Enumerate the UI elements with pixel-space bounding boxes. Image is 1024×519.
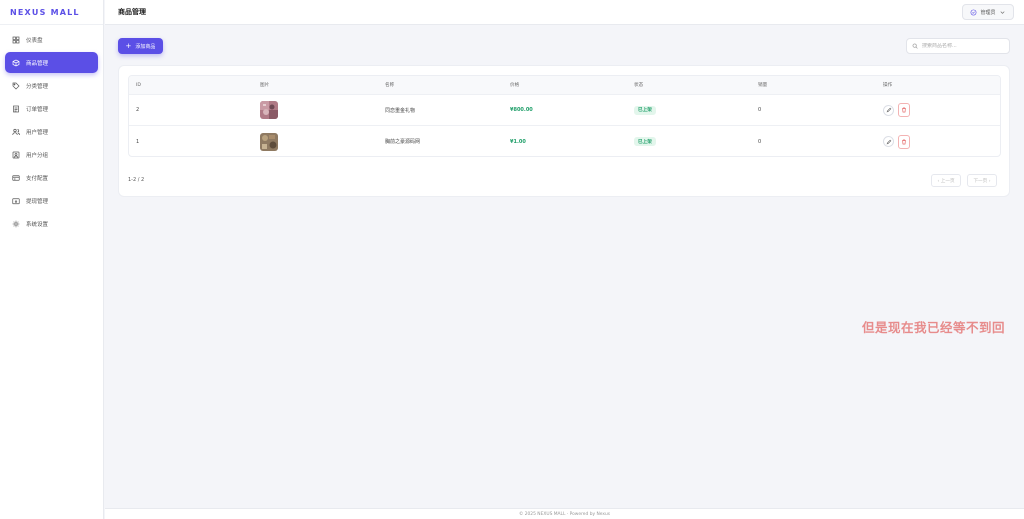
gear-icon bbox=[12, 220, 20, 227]
search-icon bbox=[912, 43, 918, 49]
card-icon bbox=[12, 174, 20, 181]
product-id: 2 bbox=[136, 107, 140, 113]
sidebar-item-payment[interactable]: 支付配置 bbox=[5, 167, 98, 188]
sidebar-item-label: 仪表盘 bbox=[26, 37, 43, 44]
product-thumbnail-cell bbox=[260, 95, 278, 125]
user-group-icon bbox=[12, 151, 20, 158]
sidebar-item-label: 分类管理 bbox=[26, 83, 49, 90]
edit-button[interactable] bbox=[883, 136, 894, 147]
add-product-button[interactable]: + 添加商品 bbox=[118, 38, 163, 54]
product-id: 1 bbox=[136, 138, 140, 145]
product-name: 同恋重金礼物 bbox=[385, 107, 416, 114]
sidebar-item-products[interactable]: 商品管理 bbox=[5, 52, 98, 73]
row-actions bbox=[883, 126, 914, 156]
sidebar: NEXUS MALL 仪表盘 商品管理 分类管理 订单管理 用户管理 用户分组 … bbox=[0, 0, 104, 519]
column-header-status[interactable]: 状态 bbox=[634, 76, 643, 94]
top-bar: 商品管理 管理员 bbox=[105, 0, 1024, 25]
plus-icon: + bbox=[125, 41, 132, 50]
product-list-card: ID 图片 名称 价格 状态 销量 操作 2 同恋重金礼物 ¥800.00 已上… bbox=[118, 65, 1010, 197]
sidebar-item-label: 提现管理 bbox=[26, 198, 49, 205]
status-badge: 已上架 bbox=[634, 105, 656, 115]
sidebar-item-dashboard[interactable]: 仪表盘 bbox=[5, 29, 98, 50]
sidebar-item-orders[interactable]: 订单管理 bbox=[5, 98, 98, 119]
delete-button[interactable] bbox=[898, 134, 910, 149]
trash-icon bbox=[902, 139, 906, 144]
add-product-label: 添加商品 bbox=[135, 43, 156, 50]
next-page-button[interactable]: 下一页 › bbox=[967, 174, 997, 187]
product-price: ¥1.00 bbox=[510, 138, 526, 145]
dashboard-icon bbox=[12, 36, 20, 43]
box-icon bbox=[12, 59, 20, 66]
trash-icon bbox=[902, 107, 906, 113]
product-thumbnail[interactable] bbox=[260, 101, 278, 119]
sidebar-item-users[interactable]: 用户管理 bbox=[5, 121, 98, 142]
delete-button[interactable] bbox=[898, 103, 910, 117]
row-actions bbox=[883, 95, 914, 125]
pencil-icon bbox=[886, 139, 891, 144]
overlay-text: 但是现在我已经等不到回 bbox=[862, 320, 1006, 335]
status-badge: 已上架 bbox=[634, 137, 656, 146]
table-row: 1 胸前之豪源码网 ¥1.00 已上架 0 bbox=[129, 126, 1000, 156]
chevron-down-icon bbox=[1000, 10, 1004, 14]
product-status-cell: 已上架 bbox=[634, 126, 656, 156]
sidebar-item-withdrawals[interactable]: 提现管理 bbox=[5, 190, 98, 211]
column-header-image: 图片 bbox=[260, 83, 270, 88]
users-icon bbox=[12, 128, 20, 135]
product-thumbnail-cell bbox=[260, 126, 278, 156]
search-box[interactable] bbox=[906, 38, 1010, 54]
wallet-icon bbox=[12, 197, 20, 204]
sidebar-item-label: 用户管理 bbox=[26, 129, 49, 136]
sidebar-item-label: 支付配置 bbox=[26, 175, 49, 182]
footer: © 2025 NEXUS MALL · Powered by Nexus bbox=[105, 508, 1024, 519]
tag-icon bbox=[12, 82, 20, 89]
sidebar-item-categories[interactable]: 分类管理 bbox=[5, 75, 98, 96]
sidebar-item-label: 系统设置 bbox=[26, 221, 49, 228]
pagination-info: 1-2 / 2 bbox=[128, 177, 145, 183]
column-header-actions: 操作 bbox=[883, 83, 893, 88]
brand-logo[interactable]: NEXUS MALL bbox=[0, 0, 103, 25]
sidebar-item-settings[interactable]: 系统设置 bbox=[5, 213, 98, 234]
user-menu-label: 管理员 bbox=[980, 9, 996, 16]
search-input[interactable] bbox=[922, 43, 1002, 49]
shield-check-icon bbox=[971, 9, 977, 15]
product-sales: 0 bbox=[758, 138, 762, 145]
column-header-name[interactable]: 名称 bbox=[385, 76, 394, 94]
table-header-row: ID 图片 名称 价格 状态 销量 操作 bbox=[129, 76, 1000, 95]
product-thumbnail[interactable] bbox=[260, 132, 278, 151]
sidebar-item-label: 用户分组 bbox=[26, 152, 49, 159]
column-header-price[interactable]: 价格 bbox=[510, 76, 519, 94]
sidebar-item-label: 商品管理 bbox=[26, 60, 49, 67]
product-name: 胸前之豪源码网 bbox=[385, 139, 421, 145]
page-title: 商品管理 bbox=[118, 8, 146, 16]
user-menu-button[interactable]: 管理员 bbox=[962, 4, 1014, 20]
sidebar-nav: 仪表盘 商品管理 分类管理 订单管理 用户管理 用户分组 支付配置 提现管理 系… bbox=[0, 29, 103, 234]
column-header-sales[interactable]: 销量 bbox=[758, 76, 767, 94]
edit-button[interactable] bbox=[883, 104, 894, 116]
table-row: 2 同恋重金礼物 ¥800.00 已上架 0 bbox=[129, 95, 1000, 126]
order-icon bbox=[13, 105, 19, 112]
sidebar-item-label: 订单管理 bbox=[26, 106, 49, 113]
product-sales: 0 bbox=[758, 107, 762, 113]
sidebar-item-user-groups[interactable]: 用户分组 bbox=[5, 144, 98, 165]
prev-page-button[interactable]: ‹ 上一页 bbox=[931, 174, 961, 187]
product-table: ID 图片 名称 价格 状态 销量 操作 2 同恋重金礼物 ¥800.00 已上… bbox=[128, 75, 1001, 157]
product-status-cell: 已上架 bbox=[634, 95, 656, 125]
column-header-id[interactable]: ID bbox=[136, 76, 141, 94]
pencil-icon bbox=[886, 107, 891, 113]
product-price: ¥800.00 bbox=[510, 107, 533, 113]
